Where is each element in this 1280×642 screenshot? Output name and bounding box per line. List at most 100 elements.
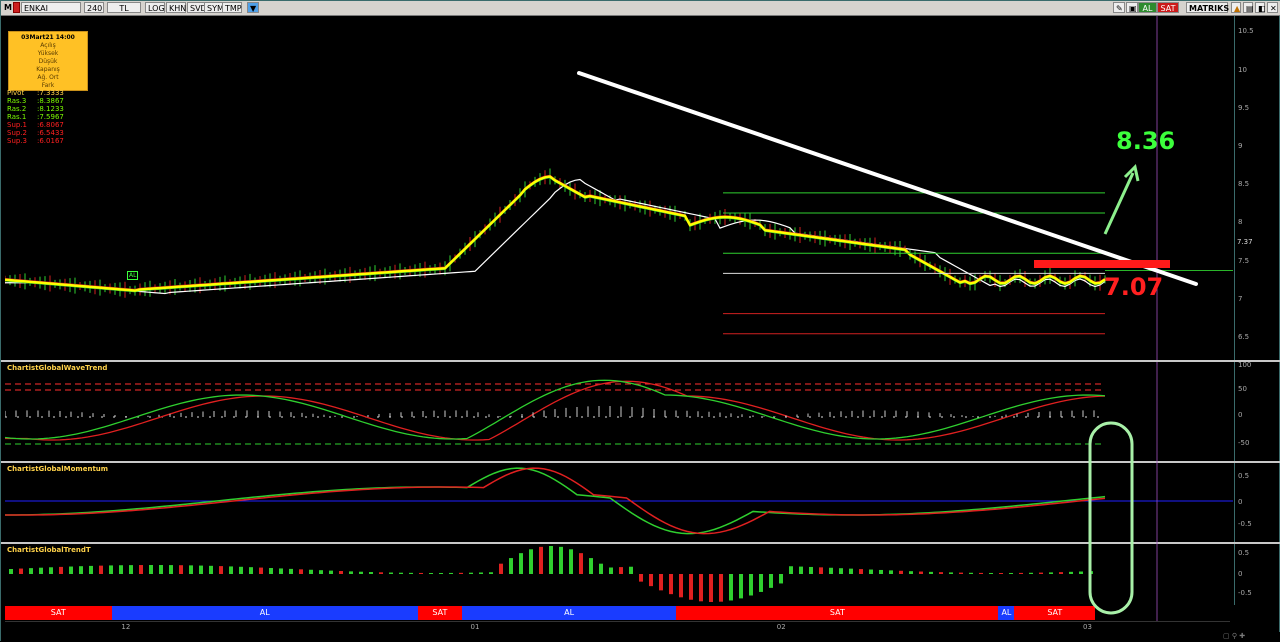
lock-icon[interactable]: ▣: [1126, 2, 1138, 13]
trendt-bar: [799, 566, 803, 574]
infobox-row-close: Kapanış: [36, 66, 60, 73]
infobox-row-open: Açılış: [40, 42, 56, 49]
dropdown-icon[interactable]: ▼: [247, 2, 259, 13]
price-tick: 9: [1238, 141, 1243, 150]
trendt-bar: [39, 567, 43, 574]
price-tick: 7.5: [1238, 256, 1250, 265]
wavetrend-tick: 100: [1238, 361, 1252, 369]
trendt-chart: [9, 546, 1093, 602]
pivot-label: Pivot: [7, 89, 25, 97]
pivot-label: Sup.2: [7, 129, 28, 137]
trendt-bar: [989, 572, 993, 574]
wavetrend-title: ChartistGlobalWaveTrend: [7, 364, 108, 372]
close-icon[interactable]: ✕: [1267, 2, 1278, 13]
pivot-label: Ras.2: [7, 105, 27, 113]
trendt-bar: [619, 567, 623, 574]
pivot-row: Sup.3:6.0167: [7, 137, 64, 145]
date-label: 03: [1083, 623, 1092, 631]
trendt-bar: [179, 565, 183, 574]
al-button[interactable]: AL: [1138, 2, 1157, 13]
symbol-color-icon[interactable]: [13, 2, 20, 13]
currency-select[interactable]: TL: [107, 2, 141, 13]
momentum-pane[interactable]: [4, 463, 1233, 542]
khn-button[interactable]: KHN: [166, 2, 186, 13]
trendt-title: ChartistGlobalTrendT: [7, 546, 91, 554]
momentum-tick: 0.5: [1238, 472, 1250, 480]
pivot-value: :8.1233: [37, 105, 64, 113]
pencil-icon[interactable]: ✎: [1113, 2, 1125, 13]
sat-button[interactable]: SAT: [1157, 2, 1179, 13]
pivot-row: Ras.2 :8.1233: [7, 105, 64, 113]
trendt-bar: [809, 566, 813, 574]
signal-segment-al: AL: [998, 606, 1015, 620]
trendt-pane[interactable]: [5, 544, 1233, 605]
price-tick: 8: [1238, 218, 1243, 227]
trendt-bar: [1019, 572, 1023, 574]
tmp-button[interactable]: TMP: [222, 2, 242, 13]
momentum-title: ChartistGlobalMomentum: [7, 465, 109, 473]
pivot-value: :7.5967: [37, 113, 64, 121]
trendt-tick: -0.5: [1238, 589, 1252, 597]
settings-icon[interactable]: ◧: [1255, 2, 1266, 13]
trendt-bar: [29, 568, 33, 574]
trendt-bar: [929, 571, 933, 574]
log-button[interactable]: LOG: [145, 2, 165, 13]
trendt-bar: [869, 569, 873, 574]
menu-m-icon[interactable]: M: [4, 2, 12, 13]
trendt-bar: [79, 566, 83, 574]
pivot-row: Sup.2:6.5433: [7, 129, 64, 137]
trendt-bar: [1089, 571, 1093, 574]
support-label: 7.07: [1104, 273, 1164, 301]
infobox-row-high: Yüksek: [37, 50, 59, 57]
trendt-bar: [699, 574, 703, 602]
chart-toolbar: M ENKAI 240 TL LOG KHN SVD SYM TMP ▼ ✎ ▣…: [1, 1, 1280, 16]
statusbar-icons: ▢ ⚲ ✚: [1223, 632, 1246, 640]
trendt-bar: [739, 574, 743, 599]
trendt-bar: [239, 566, 243, 574]
trendt-bar: [839, 568, 843, 574]
trendt-bar: [159, 565, 163, 574]
trendt-bar: [829, 567, 833, 574]
period-select[interactable]: 240: [84, 2, 104, 13]
price-tick: 9.5: [1238, 103, 1250, 112]
trendt-bar: [709, 574, 713, 602]
target-label: 8.36: [1116, 127, 1176, 155]
trendt-bar: [269, 567, 273, 574]
chart-icon[interactable]: ▤: [1243, 2, 1254, 13]
price-chart-pane[interactable]: [4, 16, 1233, 360]
momentum-tick: -0.5: [1238, 520, 1252, 528]
trendt-bar: [599, 563, 603, 574]
signal-segment-sat: SAT: [1014, 606, 1096, 620]
wavetrend-pane[interactable]: [4, 362, 1233, 461]
signal-segment-sat: SAT: [5, 606, 112, 620]
sym-button[interactable]: SYM: [204, 2, 224, 13]
trendt-bar: [289, 568, 293, 574]
wavetrend-tick: 50: [1238, 385, 1247, 393]
trendt-bar: [1059, 572, 1063, 574]
price-tick: 7: [1238, 294, 1243, 303]
trendt-bar: [379, 572, 383, 574]
trendt-bar: [509, 558, 513, 574]
wavetrend-tick: -50: [1238, 439, 1250, 447]
trendt-bar: [249, 567, 253, 574]
trendt-bar: [889, 570, 893, 574]
trendt-bar: [89, 565, 93, 574]
trendt-bar: [419, 572, 423, 574]
trendt-bar: [189, 565, 193, 574]
trendt-bar: [229, 566, 233, 574]
trendt-bar: [369, 572, 373, 574]
symbol-input[interactable]: ENKAI: [21, 2, 81, 13]
trendt-bar: [49, 567, 53, 574]
trendt-bar: [9, 569, 13, 574]
momentum-chart: [4, 467, 1233, 535]
trendt-bar: [429, 572, 433, 574]
trendt-bar: [849, 568, 853, 574]
app-name: MATRIKS: [1186, 2, 1229, 13]
trendt-bar: [759, 574, 763, 592]
trendt-bar: [1069, 571, 1073, 574]
date-label: 12: [121, 623, 131, 631]
trendt-bar: [69, 566, 73, 574]
warning-icon[interactable]: ▲: [1231, 2, 1241, 13]
trendt-bar: [1039, 572, 1043, 574]
trendt-bar: [749, 574, 753, 596]
